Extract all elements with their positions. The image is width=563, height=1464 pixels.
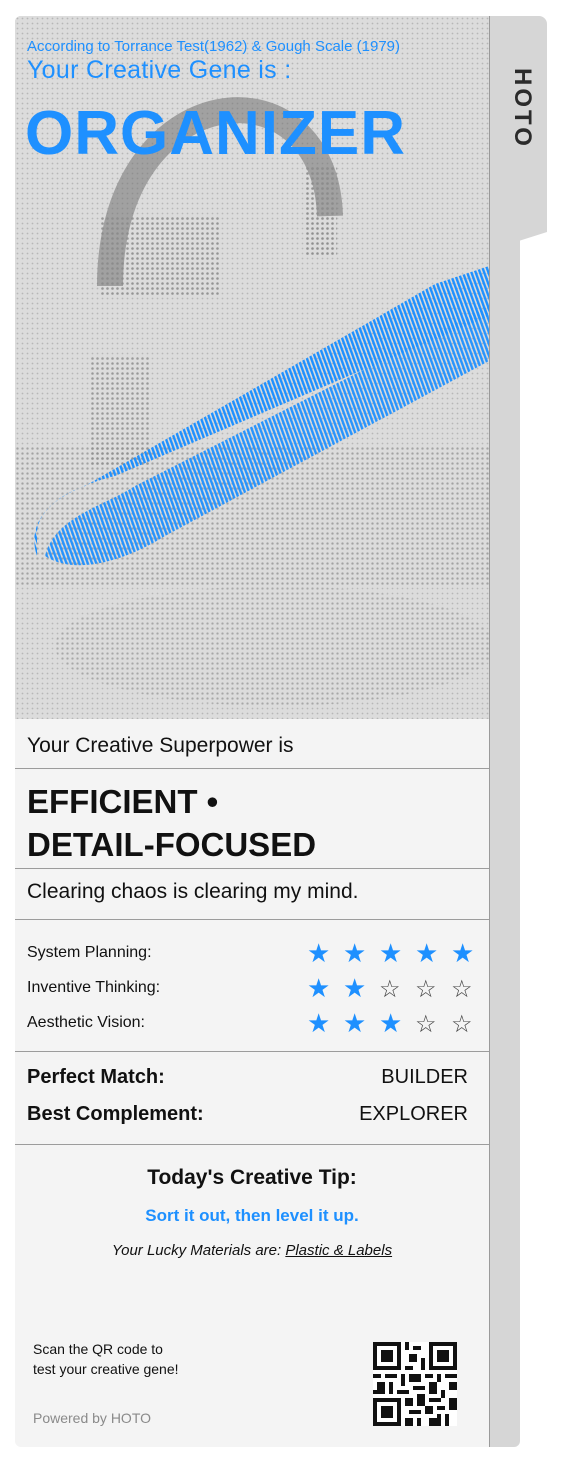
star-filled-icon: ★: [343, 1008, 367, 1038]
side-tab-strip: [488, 240, 520, 1447]
star-rating: ★ ★ ★ ★ ★: [307, 938, 487, 968]
superpower-intro: Your Creative Superpower is: [27, 734, 294, 757]
star-filled-icon: ★: [307, 1008, 331, 1038]
match-row: Best Complement: EXPLORER: [27, 1103, 468, 1129]
star-filled-icon: ★: [415, 938, 439, 968]
lucky-prefix: Your Lucky Materials are:: [111, 1242, 286, 1259]
divider: [15, 768, 489, 769]
qr-code-icon[interactable]: [373, 1342, 457, 1426]
superpower-title-line2: DETAIL-FOCUSED: [27, 826, 317, 863]
star-empty-icon: ☆: [451, 1011, 473, 1038]
lucky-value: Plastic & Labels: [285, 1242, 393, 1259]
star-empty-icon: ☆: [379, 976, 401, 1003]
star-filled-icon: ★: [343, 938, 367, 968]
scan-line: test your creative gene!: [33, 1361, 179, 1377]
scan-line: Scan the QR code to: [33, 1341, 163, 1357]
star-filled-icon: ★: [307, 973, 331, 1003]
star-empty-icon: ☆: [415, 1011, 437, 1038]
result-card: According to Torrance Test(1962) & Gough…: [15, 16, 490, 1447]
match-value: EXPLORER: [359, 1103, 468, 1125]
tip-text: Sort it out, then level it up.: [145, 1206, 359, 1225]
superpower-title: EFFICIENT • DETAIL-FOCUSED: [27, 780, 316, 866]
star-filled-icon: ★: [343, 973, 367, 1003]
rating-label: Aesthetic Vision:: [27, 1014, 145, 1031]
star-rating: ★ ★ ★ ☆ ☆: [307, 1008, 487, 1040]
star-filled-icon: ★: [451, 938, 475, 968]
rating-label: Inventive Thinking:: [27, 979, 161, 996]
rating-row: Aesthetic Vision: ★ ★ ★ ☆ ☆: [27, 1008, 477, 1038]
match-label: Perfect Match:: [27, 1066, 165, 1088]
gene-title: ORGANIZER: [25, 99, 406, 168]
scan-instructions: Scan the QR code to test your creative g…: [33, 1339, 263, 1379]
rating-label: System Planning:: [27, 944, 152, 961]
gene-lead: Your Creative Gene is :: [27, 56, 292, 84]
star-rating: ★ ★ ☆ ☆ ☆: [307, 973, 487, 1005]
divider: [15, 1051, 489, 1052]
match-label: Best Complement:: [27, 1103, 204, 1125]
match-row: Perfect Match: BUILDER: [27, 1066, 468, 1092]
star-empty-icon: ☆: [451, 976, 473, 1003]
brand-tab-label: HOTO: [509, 68, 536, 149]
divider: [15, 1144, 489, 1145]
match-value: BUILDER: [381, 1066, 468, 1088]
source-citation: According to Torrance Test(1962) & Gough…: [27, 38, 400, 55]
divider: [15, 919, 489, 920]
star-empty-icon: ☆: [415, 976, 437, 1003]
halftone-photo: According to Torrance Test(1962) & Gough…: [15, 16, 489, 719]
star-filled-icon: ★: [379, 1008, 403, 1038]
divider: [15, 868, 489, 869]
lucky-materials: Your Lucky Materials are: Plastic & Labe…: [15, 1242, 489, 1259]
tip-heading: Today's Creative Tip:: [147, 1166, 357, 1189]
superpower-quote: Clearing chaos is clearing my mind.: [27, 880, 359, 903]
star-filled-icon: ★: [379, 938, 403, 968]
rating-row: Inventive Thinking: ★ ★ ☆ ☆ ☆: [27, 973, 477, 1003]
star-filled-icon: ★: [307, 938, 331, 968]
superpower-title-line1: EFFICIENT •: [27, 783, 219, 820]
rating-row: System Planning: ★ ★ ★ ★ ★: [27, 938, 477, 968]
powered-by: Powered by HOTO: [33, 1410, 152, 1426]
